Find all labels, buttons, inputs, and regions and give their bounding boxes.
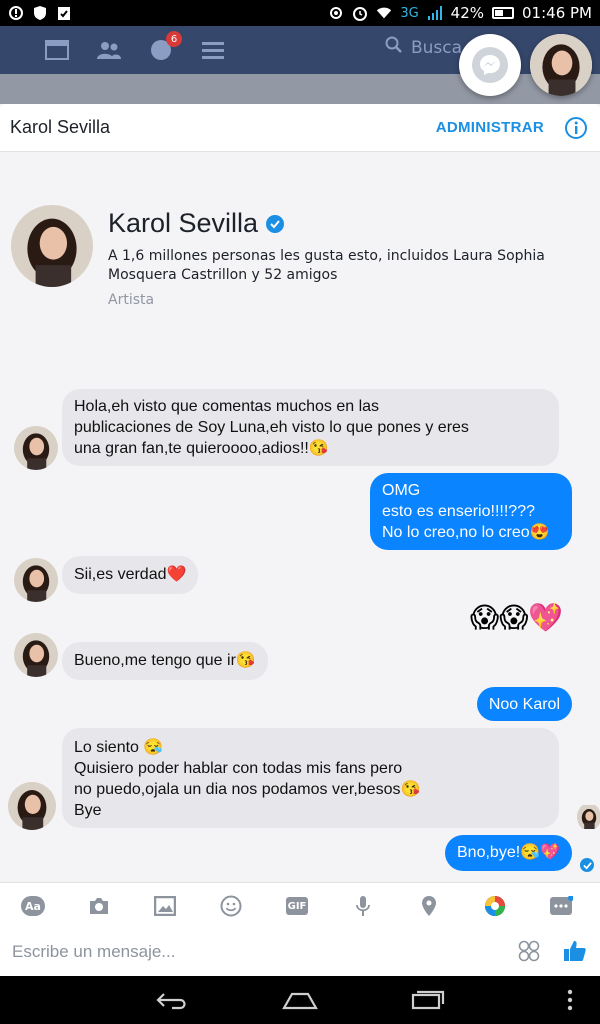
news-feed-icon[interactable] — [44, 39, 70, 61]
delivered-check-icon — [580, 858, 594, 872]
conversation-header: Karol Sevilla ADMINISTRAR — [0, 104, 600, 152]
emoji-icon[interactable] — [218, 893, 244, 919]
profile-avatar[interactable] — [11, 205, 93, 287]
composer-toolbar: Aa GIF — [0, 882, 600, 928]
globe-icon[interactable]: 6 — [148, 31, 182, 61]
conversation-title: Karol Sevilla — [10, 117, 111, 137]
wifi-icon — [376, 5, 392, 21]
message-emoji-only[interactable]: 😱😱💖 — [470, 602, 563, 634]
text-format-icon[interactable]: Aa — [20, 893, 46, 919]
notification-badge: 6 — [166, 31, 182, 47]
manage-button[interactable]: ADMINISTRAR — [436, 119, 544, 136]
like-thumb-icon[interactable] — [563, 939, 587, 967]
more-icon[interactable] — [548, 893, 574, 919]
back-icon[interactable] — [154, 988, 190, 1012]
message-bubble-outgoing[interactable]: Bno,bye!😪💖 — [445, 835, 572, 871]
messenger-icon — [472, 47, 508, 83]
sender-avatar — [14, 558, 58, 602]
seen-avatar — [577, 803, 600, 831]
gif-label: GIF — [287, 900, 307, 912]
verified-badge-icon — [266, 214, 285, 233]
menu-icon[interactable] — [200, 39, 226, 61]
message-bubble-incoming[interactable]: Lo siento 😪 Quisiero poder hablar con to… — [62, 728, 559, 828]
avatar — [577, 805, 600, 829]
network-type: 3G — [400, 5, 419, 21]
message-bubble-outgoing[interactable]: OMG esto es enserio!!!!??? No lo creo,no… — [370, 473, 572, 550]
avatar — [14, 426, 58, 470]
message-bubble-incoming[interactable]: Hola,eh visto que comentas muchos en las… — [62, 389, 559, 466]
location-target-icon — [328, 5, 344, 21]
search-placeholder: Busca — [411, 37, 463, 58]
profile-name-text: Karol Sevilla — [108, 208, 259, 238]
avatar — [530, 34, 592, 96]
profile-category: Artista — [108, 292, 155, 308]
alert-icon — [8, 5, 24, 21]
gif-icon[interactable]: GIF — [284, 893, 310, 919]
clock: 01:46 PM — [522, 4, 592, 22]
message-bubble-outgoing[interactable]: Noo Karol — [476, 687, 572, 721]
aa-label: Aa — [25, 899, 41, 913]
microphone-icon[interactable] — [350, 893, 376, 919]
stickers-icon[interactable] — [518, 940, 540, 966]
recent-apps-icon[interactable] — [410, 988, 446, 1012]
battery-percent: 42% — [450, 4, 485, 22]
search-icon — [385, 36, 403, 59]
signal-icon — [427, 5, 443, 21]
avatar — [14, 633, 58, 677]
karol-chat-head[interactable] — [530, 34, 592, 96]
sender-avatar — [14, 426, 58, 470]
message-bubble-incoming[interactable]: Sii,es verdad❤️ — [62, 556, 199, 594]
alarm-icon — [352, 5, 368, 21]
compose-row — [0, 928, 600, 976]
avatar — [14, 558, 58, 602]
avatar — [11, 205, 93, 287]
camera-icon[interactable] — [86, 893, 112, 919]
message-input[interactable] — [0, 928, 500, 976]
sender-avatar — [14, 633, 58, 677]
battery-icon — [492, 7, 515, 19]
message-bubble-incoming[interactable]: Bueno,me tengo que ir😘 — [62, 642, 268, 680]
avatar — [8, 782, 56, 830]
profile-name: Karol Sevilla — [108, 208, 285, 239]
overflow-menu-icon[interactable] — [566, 988, 582, 1012]
messenger-chat-head[interactable] — [459, 34, 521, 96]
profile-likes-text: A 1,6 millones personas les gusta esto, … — [108, 248, 545, 283]
status-bar: 3G 42% 01:46 PM — [0, 0, 600, 26]
facebook-search[interactable]: Busca — [385, 36, 462, 59]
sender-avatar — [8, 782, 56, 830]
shield-icon — [32, 5, 48, 21]
location-icon[interactable] — [416, 893, 442, 919]
home-icon[interactable] — [282, 988, 318, 1012]
info-icon[interactable] — [564, 116, 588, 140]
color-palette-icon[interactable] — [482, 893, 508, 919]
clipboard-check-icon — [56, 5, 72, 21]
image-icon[interactable] — [152, 893, 178, 919]
android-nav-bar — [0, 976, 600, 1024]
friends-icon[interactable] — [96, 39, 122, 61]
